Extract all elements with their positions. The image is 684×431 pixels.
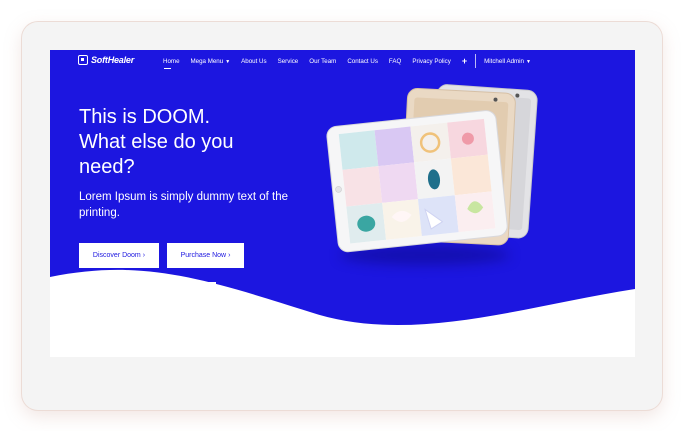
website-hero: SoftHealer Home Mega Menu ▼ About Us Serv… [50, 50, 635, 357]
nav-label: Our Team [309, 57, 337, 65]
nav-item-privacy-policy[interactable]: Privacy Policy [412, 58, 451, 65]
nav-item-mega-menu[interactable]: Mega Menu ▼ [191, 58, 231, 65]
chevron-right-icon: › [142, 252, 146, 259]
nav-item-faq[interactable]: FAQ [389, 58, 401, 65]
hero-subtitle: Lorem Ipsum is simply dummy text of the … [79, 189, 309, 221]
wave-divider [50, 269, 635, 357]
nav-item-service[interactable]: Service [278, 58, 299, 65]
hero-headline: This is DOOM. What else do you need? [79, 105, 319, 180]
caret-down-icon: ▼ [525, 58, 531, 65]
headline-line: What else do you [79, 131, 234, 153]
discover-doom-button[interactable]: Discover Doom › [79, 243, 159, 268]
button-label: Purchase Now [180, 252, 227, 259]
caret-down-icon: ▼ [225, 58, 231, 65]
subtitle-line: Lorem Ipsum is simply dummy text of the [79, 191, 288, 203]
nav-divider [475, 54, 477, 68]
nav-item-contact-us[interactable]: Contact Us [347, 58, 378, 65]
add-plus-icon[interactable]: + [462, 56, 467, 66]
nav-label: Service [277, 57, 299, 65]
nav-item-our-team[interactable]: Our Team [309, 58, 336, 65]
user-name: Mitchell Admin [484, 57, 524, 65]
nav-label: About Us [241, 57, 267, 65]
chevron-right-icon: › [228, 252, 231, 259]
nav-item-about-us[interactable]: About Us [241, 58, 266, 65]
logo-mark-icon [78, 55, 88, 65]
nav-label: FAQ [388, 57, 402, 65]
subtitle-line: printing. [79, 207, 120, 219]
purchase-now-button[interactable]: Purchase Now › [167, 243, 244, 268]
top-navbar: SoftHealer Home Mega Menu ▼ About Us Serv… [50, 50, 635, 72]
button-label: Discover Doom [92, 252, 141, 259]
user-menu[interactable]: Mitchell Admin ▼ [484, 58, 531, 65]
nav-label: Privacy Policy [412, 57, 451, 65]
logo-text: SoftHealer [91, 55, 135, 65]
nav-item-home[interactable]: Home [163, 57, 180, 69]
tablet-stack-image [326, 84, 538, 253]
main-menu: Home Mega Menu ▼ About Us Service Our Tea… [163, 50, 542, 72]
headline-line: need? [79, 156, 135, 178]
headline-line: This is DOOM. [79, 106, 211, 128]
brand-logo[interactable]: SoftHealer [78, 55, 134, 65]
nav-label: Mega Menu [190, 57, 224, 65]
nav-label: Home [163, 57, 180, 65]
nav-label: Contact Us [347, 57, 378, 65]
